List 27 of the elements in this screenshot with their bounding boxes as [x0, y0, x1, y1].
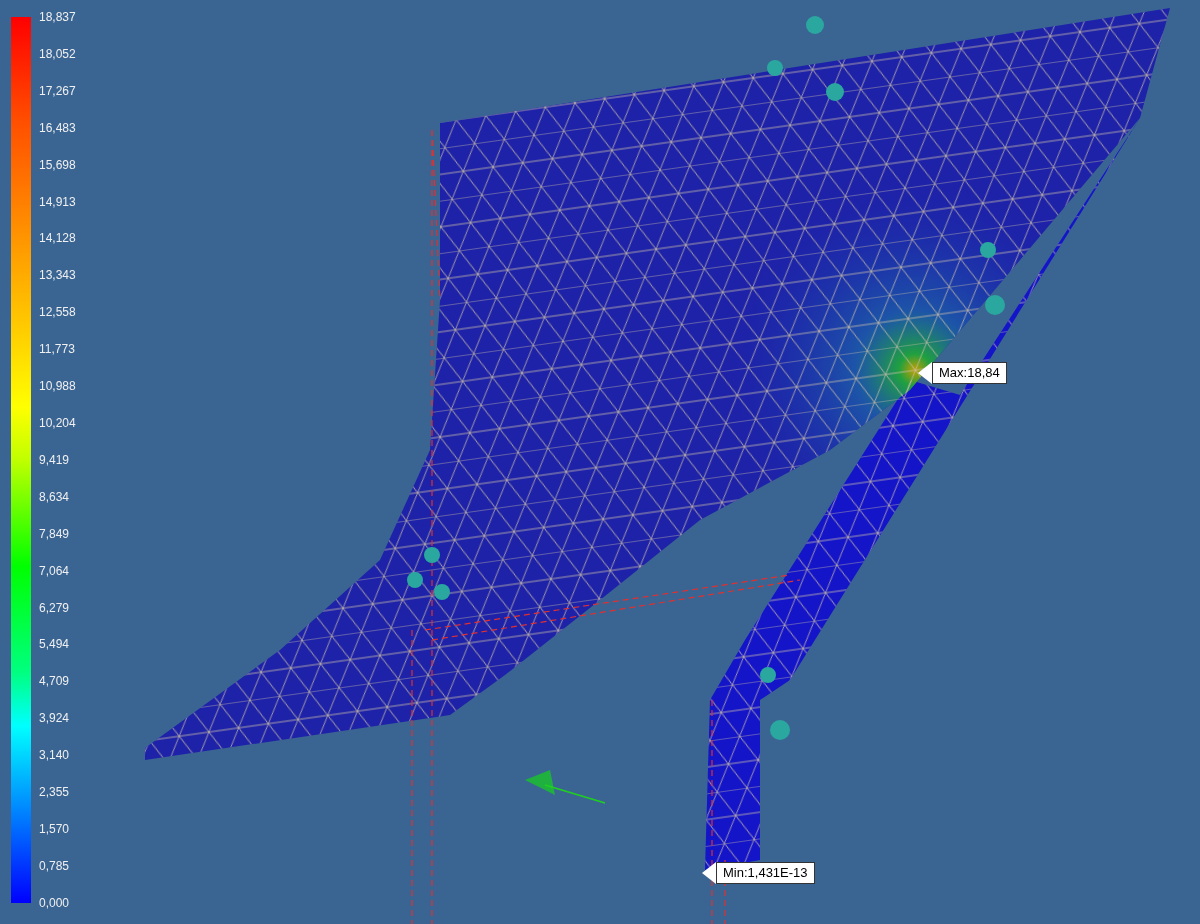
scale-label: 8,634	[39, 489, 71, 504]
scale-label: 10,988	[39, 379, 76, 394]
scale-label: 5,494	[39, 637, 71, 652]
scale-label: 0,785	[39, 858, 71, 873]
scale-label: 4,709	[39, 674, 71, 689]
scale-label: 9,419	[39, 452, 71, 467]
scale-label: 14,913	[39, 194, 76, 209]
scale-label: 6,279	[39, 600, 71, 615]
result-callout: Min:1,431E-13	[702, 862, 815, 884]
scale-label: 12,558	[39, 305, 76, 320]
scale-label: 10,204	[39, 415, 76, 430]
scale-label: 7,064	[39, 563, 71, 578]
scale-label: 2,355	[39, 785, 71, 800]
scale-label: 14,128	[39, 231, 76, 246]
scale-label: 13,343	[39, 268, 76, 283]
scale-label: 11,773	[39, 342, 76, 357]
scale-label: 1,570	[39, 821, 71, 836]
scale-label: 17,267	[39, 83, 76, 98]
scale-label: 18,052	[39, 46, 76, 61]
scale-label: 18,837	[39, 10, 76, 24]
scale-label: 7,849	[39, 526, 71, 541]
scale-label: 3,140	[39, 748, 71, 763]
scale-label: 0,000	[39, 895, 71, 910]
scale-label: 16,483	[39, 120, 76, 135]
result-callout: Max:18,84	[918, 362, 1007, 384]
scale-label: 3,924	[39, 711, 71, 726]
scale-label: 15,698	[39, 157, 76, 172]
